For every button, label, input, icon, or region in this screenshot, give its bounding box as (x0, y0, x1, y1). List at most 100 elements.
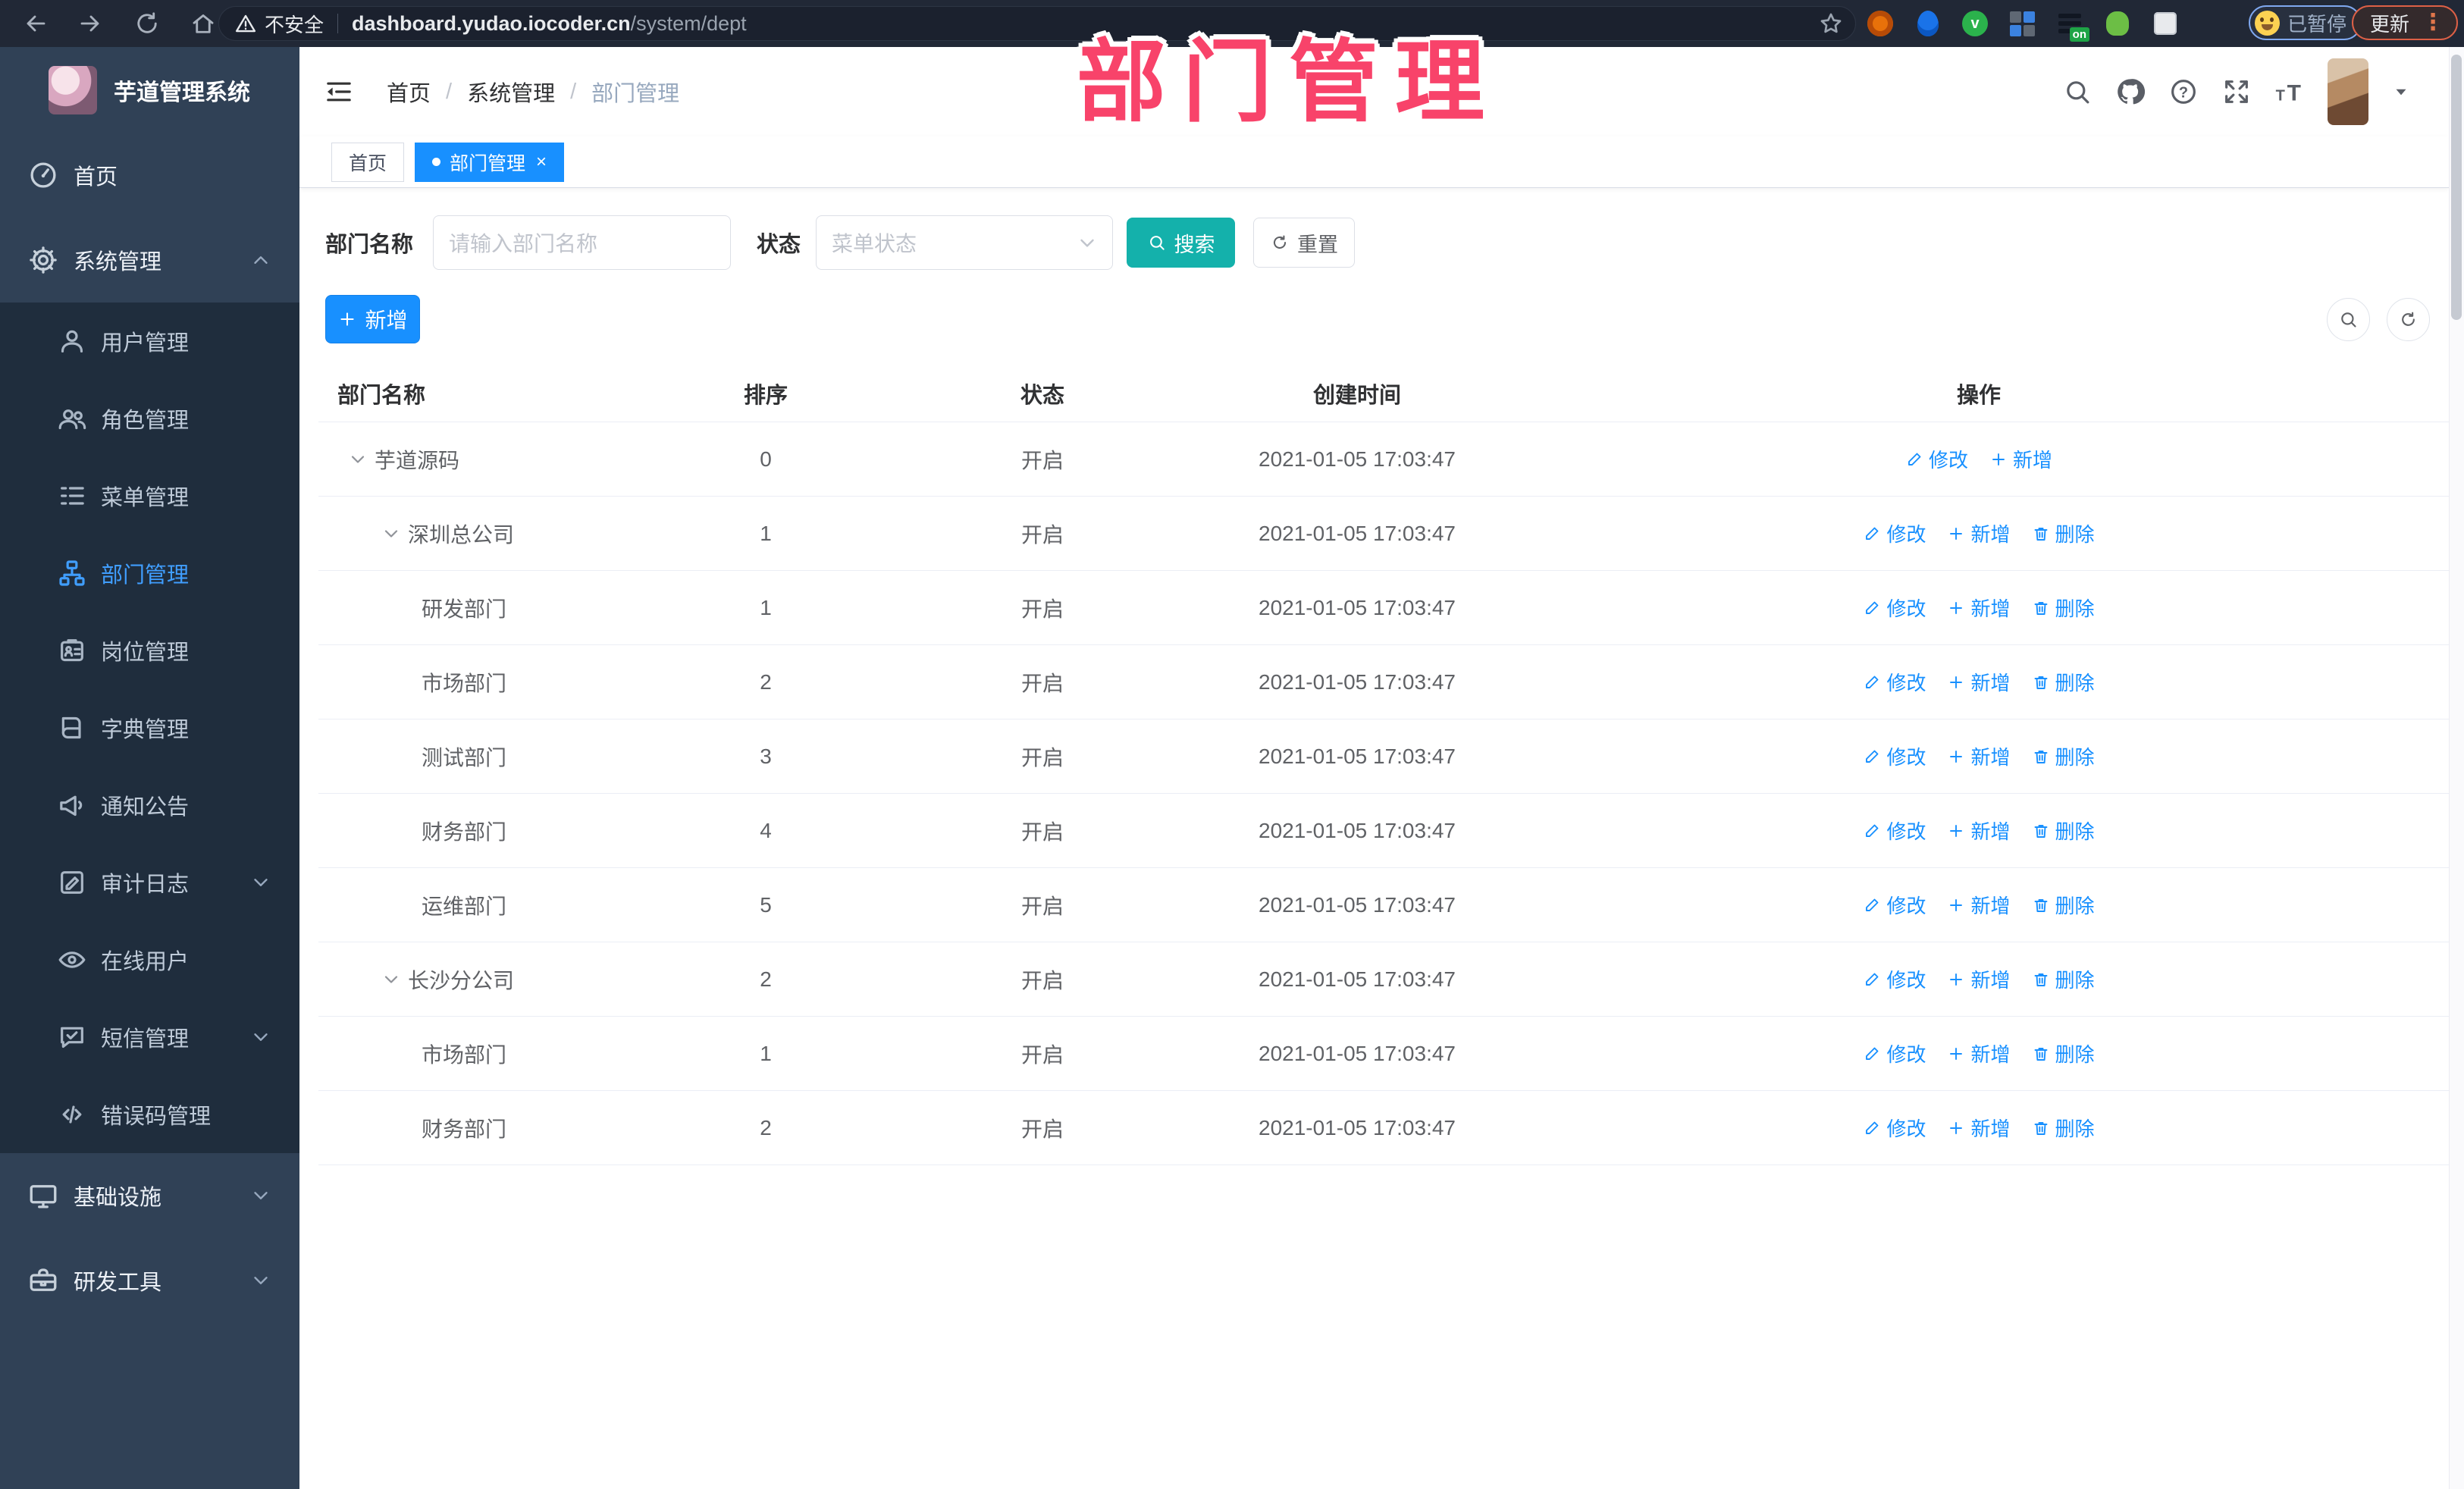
extension-icon[interactable] (1867, 10, 1894, 37)
edit-link[interactable]: 修改 (1863, 1039, 1926, 1067)
edit-link[interactable]: 修改 (1863, 742, 1926, 770)
edit-link[interactable]: 修改 (1863, 1114, 1926, 1142)
extension-icon[interactable] (2104, 10, 2131, 37)
add-link[interactable]: 新增 (1947, 1114, 2011, 1142)
sidebar-item-研发工具[interactable]: 研发工具 (0, 1238, 299, 1323)
help-icon[interactable]: ? (2168, 77, 2199, 107)
breadcrumb-item[interactable]: 首页 (387, 76, 431, 108)
user-avatar[interactable] (2328, 58, 2368, 125)
font-size-icon[interactable]: TT (2274, 77, 2305, 107)
sidebar-item-岗位管理[interactable]: 岗位管理 (0, 612, 299, 689)
tab-dept-management[interactable]: 部门管理 × (415, 142, 565, 182)
delete-link[interactable]: 删除 (2032, 891, 2095, 919)
dept-name-input[interactable]: 请输入部门名称 (433, 215, 732, 270)
edit-link[interactable]: 修改 (1863, 594, 1926, 622)
sidebar-item-短信管理[interactable]: 短信管理 (0, 998, 299, 1076)
profile-emoji-avatar (2255, 10, 2280, 36)
browser-profile-button[interactable]: 已暂停 (2249, 5, 2362, 40)
edit-link[interactable]: 修改 (1863, 817, 1926, 845)
show-search-button[interactable] (2327, 297, 2370, 341)
edit-link[interactable]: 修改 (1863, 965, 1926, 993)
delete-link[interactable]: 删除 (2032, 742, 2095, 770)
sort-cell: 1 (760, 521, 772, 545)
user-menu-caret-icon[interactable] (2391, 82, 2411, 102)
expand-arrow-icon[interactable] (381, 523, 402, 544)
expand-arrow-icon[interactable] (381, 969, 402, 990)
sidebar-item-字典管理[interactable]: 字典管理 (0, 689, 299, 766)
add-link[interactable]: 新增 (1947, 742, 2011, 770)
back-icon[interactable] (21, 10, 49, 37)
add-link[interactable]: 新增 (1989, 445, 2052, 473)
sidebar-item-菜单管理[interactable]: 菜单管理 (0, 457, 299, 534)
delete-link[interactable]: 删除 (2032, 817, 2095, 845)
dept-name: 研发部门 (422, 597, 507, 621)
dept-name: 长沙分公司 (408, 968, 515, 992)
delete-link[interactable]: 删除 (2032, 668, 2095, 696)
reset-button[interactable]: 重置 (1253, 218, 1356, 268)
dept-name-cell: 市场部门 (318, 667, 652, 697)
extension-icon[interactable]: on (2056, 10, 2089, 42)
edit-link[interactable]: 修改 (1905, 445, 1968, 473)
table-toolbar: 新增 (325, 295, 2430, 343)
reload-icon[interactable] (133, 10, 161, 37)
status-select[interactable]: 菜单状态 (816, 215, 1114, 270)
sidebar-item-用户管理[interactable]: 用户管理 (0, 303, 299, 380)
sidebar-item-基础设施[interactable]: 基础设施 (0, 1153, 299, 1238)
add-link[interactable]: 新增 (1947, 817, 2011, 845)
sidebar-item-角色管理[interactable]: 角色管理 (0, 380, 299, 457)
table-row: 深圳总公司 1 开启 2021-01-05 17:03:47 修改 新增 删除 (318, 497, 2449, 571)
search-button[interactable]: 搜索 (1127, 218, 1236, 268)
delete-link[interactable]: 删除 (2032, 519, 2095, 547)
edit-link[interactable]: 修改 (1863, 668, 1926, 696)
edit-icon (1863, 599, 1881, 617)
add-dept-button[interactable]: 新增 (325, 295, 420, 343)
action-label: 删除 (2055, 1118, 2095, 1140)
expand-arrow-icon[interactable] (347, 449, 368, 470)
sidebar-item-通知公告[interactable]: 通知公告 (0, 766, 299, 844)
search-icon[interactable] (2062, 77, 2093, 107)
delete-link[interactable]: 删除 (2032, 594, 2095, 622)
home-icon[interactable] (190, 10, 217, 37)
bookmark-star-icon[interactable] (1818, 11, 1844, 36)
add-link[interactable]: 新增 (1947, 965, 2011, 993)
add-link[interactable]: 新增 (1947, 594, 2011, 622)
fullscreen-icon[interactable] (2221, 77, 2252, 107)
breadcrumb-item[interactable]: 系统管理 (467, 76, 555, 108)
status-cell: 开启 (1020, 522, 1064, 547)
add-icon (1947, 896, 1965, 914)
browser-update-button[interactable]: 更新 ⋮ (2352, 5, 2459, 40)
sidebar-fold-icon[interactable] (324, 77, 354, 107)
delete-link[interactable]: 删除 (2032, 1039, 2095, 1067)
dept-name: 芋道源码 (375, 448, 460, 472)
sidebar-item-首页[interactable]: 首页 (0, 133, 299, 218)
add-link[interactable]: 新增 (1947, 519, 2011, 547)
actions-cell: 修改 新增 删除 (1509, 1114, 2449, 1142)
edit-link[interactable]: 修改 (1863, 891, 1926, 919)
address-bar[interactable]: 不安全 dashboard.yudao.iocoder.cn /system/d… (218, 6, 1856, 41)
extension-icon[interactable] (2008, 10, 2036, 37)
edit-link[interactable]: 修改 (1863, 519, 1926, 547)
sidebar-item-系统管理[interactable]: 系统管理 (0, 218, 299, 303)
add-link[interactable]: 新增 (1947, 1039, 2011, 1067)
extensions-puzzle-icon[interactable] (2152, 10, 2179, 37)
sidebar-item-部门管理[interactable]: 部门管理 (0, 534, 299, 612)
sidebar-item-审计日志[interactable]: 审计日志 (0, 844, 299, 921)
scrollbar-thumb[interactable] (2451, 55, 2462, 320)
delete-link[interactable]: 删除 (2032, 965, 2095, 993)
sidebar-logo[interactable]: 芋道管理系统 (0, 47, 299, 133)
add-link[interactable]: 新增 (1947, 668, 2011, 696)
forward-icon[interactable] (77, 10, 105, 37)
tab-home[interactable]: 首页 (331, 142, 405, 182)
github-icon[interactable] (2115, 77, 2146, 107)
browser-menu-dots-icon[interactable]: ⋮ (2422, 11, 2444, 34)
sidebar-item-在线用户[interactable]: 在线用户 (0, 921, 299, 998)
refresh-table-button[interactable] (2387, 297, 2430, 341)
delete-link[interactable]: 删除 (2032, 1114, 2095, 1142)
sidebar-item-错误码管理[interactable]: 错误码管理 (0, 1076, 299, 1153)
tag-bar: 首页 部门管理 × (299, 136, 2449, 188)
action-label: 新增 (1970, 969, 2011, 992)
close-tab-icon[interactable]: × (536, 152, 547, 171)
extension-icon[interactable]: v (1962, 11, 1988, 36)
extension-icon[interactable] (1914, 10, 1942, 37)
add-link[interactable]: 新增 (1947, 891, 2011, 919)
